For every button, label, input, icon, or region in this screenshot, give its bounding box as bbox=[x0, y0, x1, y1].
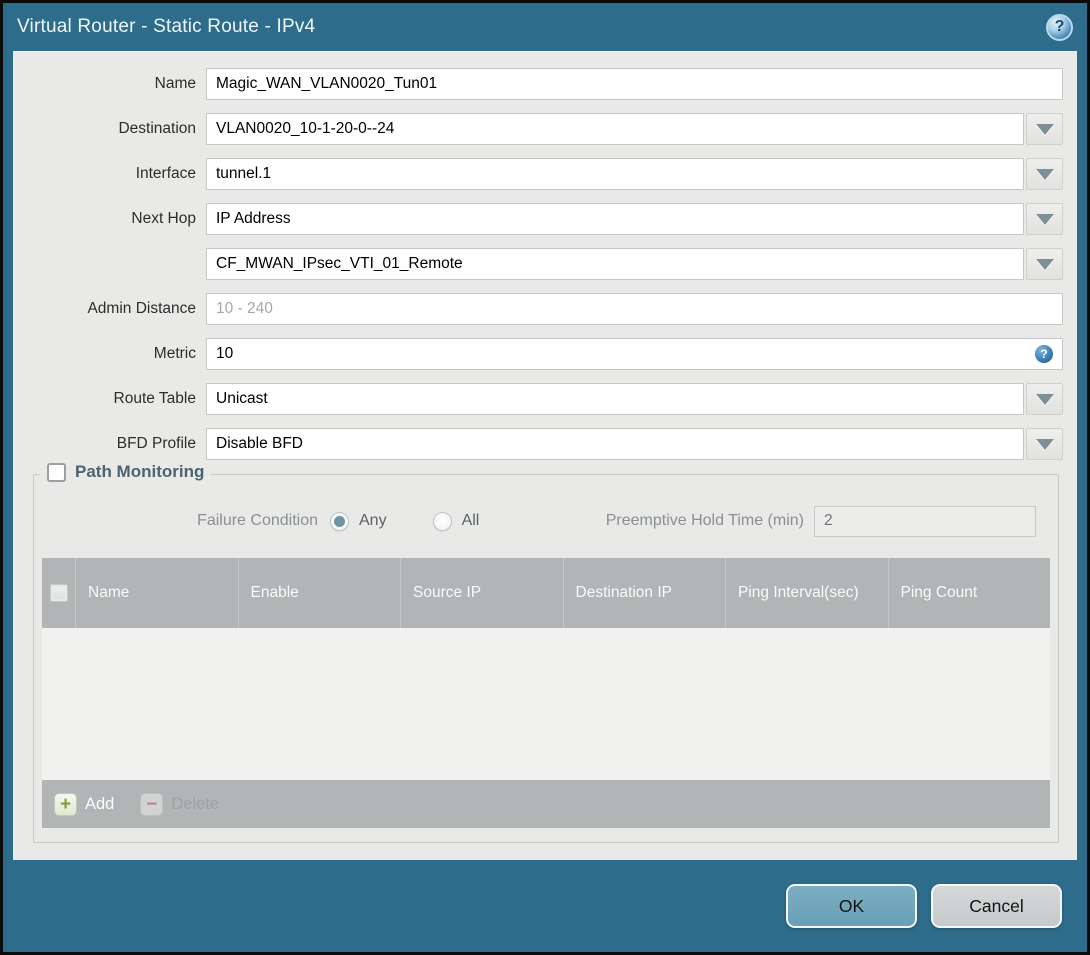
chevron-down-icon bbox=[1035, 438, 1054, 450]
plus-icon: + bbox=[54, 792, 77, 816]
dialog-window: Virtual Router - Static Route - IPv4 ? N… bbox=[0, 0, 1090, 955]
failure-condition-any-label: Any bbox=[359, 512, 387, 529]
form-row-name: Name bbox=[13, 68, 1077, 100]
help-icon[interactable]: ? bbox=[1046, 13, 1073, 41]
column-header-name[interactable]: Name bbox=[76, 558, 239, 628]
interface-dropdown-button[interactable] bbox=[1026, 158, 1063, 190]
dialog-titlebar: Virtual Router - Static Route - IPv4 ? bbox=[3, 3, 1087, 51]
chevron-down-icon bbox=[1035, 213, 1054, 225]
delete-button-label: Delete bbox=[171, 794, 220, 813]
column-header-label: Source IP bbox=[413, 584, 482, 602]
column-header-label: Ping Interval(sec) bbox=[738, 584, 859, 602]
next-hop-address-input[interactable] bbox=[206, 248, 1024, 280]
form-row-metric: Metric ? bbox=[13, 338, 1077, 370]
path-monitoring-checkbox[interactable] bbox=[47, 462, 66, 482]
dialog-body: Name Destination Interface bbox=[13, 51, 1077, 860]
failure-condition-any-radio[interactable] bbox=[330, 511, 349, 531]
route-table-input[interactable] bbox=[206, 383, 1024, 415]
admin-distance-label: Admin Distance bbox=[87, 300, 196, 317]
name-label: Name bbox=[154, 75, 196, 92]
form-row-next-hop: Next Hop bbox=[13, 203, 1077, 235]
destination-label: Destination bbox=[118, 120, 196, 137]
route-table-label: Route Table bbox=[113, 390, 196, 407]
form-row-next-hop-address bbox=[13, 248, 1077, 280]
column-header-label: Name bbox=[88, 584, 130, 602]
path-monitoring-section: Path Monitoring Failure Condition Any Al… bbox=[33, 462, 1059, 843]
column-header-label: Enable bbox=[250, 584, 299, 602]
ok-button[interactable]: OK bbox=[786, 884, 917, 928]
failure-condition-label: Failure Condition bbox=[197, 512, 318, 529]
destination-dropdown-button[interactable] bbox=[1026, 113, 1063, 145]
failure-condition-all-radio[interactable] bbox=[432, 511, 452, 531]
table-header-select-all bbox=[42, 558, 76, 628]
form-row-route-table: Route Table bbox=[13, 383, 1077, 415]
path-monitoring-table: Name Enable Source IP Destination IP Pin… bbox=[42, 558, 1050, 828]
info-icon[interactable]: ? bbox=[1035, 345, 1053, 363]
next-hop-address-dropdown-button[interactable] bbox=[1026, 248, 1063, 280]
form-row-admin-distance: Admin Distance bbox=[13, 293, 1077, 325]
preemptive-hold-time-input[interactable] bbox=[814, 505, 1036, 537]
next-hop-type-dropdown-button[interactable] bbox=[1026, 203, 1063, 235]
bfd-profile-dropdown-button[interactable] bbox=[1026, 428, 1063, 460]
column-header-destination-ip[interactable]: Destination IP bbox=[564, 558, 726, 628]
add-button[interactable]: + Add bbox=[54, 792, 115, 816]
failure-condition-row: Failure Condition Any All Preemptive Hol… bbox=[34, 505, 1048, 537]
cancel-button[interactable]: Cancel bbox=[931, 884, 1062, 928]
metric-label: Metric bbox=[153, 345, 196, 362]
column-header-ping-interval[interactable]: Ping Interval(sec) bbox=[726, 558, 889, 628]
interface-input[interactable] bbox=[206, 158, 1024, 190]
form-row-interface: Interface bbox=[13, 158, 1077, 190]
table-body-empty bbox=[42, 628, 1050, 780]
path-monitoring-title: Path Monitoring bbox=[75, 462, 205, 481]
column-header-ping-count[interactable]: Ping Count bbox=[889, 558, 1051, 628]
table-header-row: Name Enable Source IP Destination IP Pin… bbox=[42, 558, 1050, 628]
bfd-profile-label: BFD Profile bbox=[116, 435, 196, 452]
minus-icon: − bbox=[140, 792, 164, 816]
column-header-label: Ping Count bbox=[900, 584, 978, 602]
chevron-down-icon bbox=[1035, 258, 1054, 270]
column-header-source-ip[interactable]: Source IP bbox=[401, 558, 564, 628]
interface-label: Interface bbox=[135, 165, 196, 182]
failure-condition-all-label: All bbox=[461, 512, 480, 529]
column-header-label: Destination IP bbox=[575, 584, 673, 602]
add-button-label: Add bbox=[85, 794, 115, 813]
preemptive-hold-time-label: Preemptive Hold Time (min) bbox=[605, 512, 804, 529]
chevron-down-icon bbox=[1035, 168, 1054, 180]
next-hop-type-input[interactable] bbox=[206, 203, 1024, 235]
delete-button[interactable]: − Delete bbox=[140, 792, 220, 816]
form-row-destination: Destination bbox=[13, 113, 1077, 145]
radio-selected-dot bbox=[334, 515, 345, 527]
dialog-title: Virtual Router - Static Route - IPv4 bbox=[17, 16, 316, 37]
metric-input[interactable] bbox=[206, 338, 1063, 370]
bfd-profile-input[interactable] bbox=[206, 428, 1024, 460]
name-input[interactable] bbox=[206, 68, 1063, 100]
chevron-down-icon bbox=[1035, 393, 1054, 405]
next-hop-label: Next Hop bbox=[131, 210, 196, 227]
path-monitoring-toggle[interactable]: Path Monitoring bbox=[40, 462, 212, 482]
dialog-footer: OK Cancel bbox=[3, 860, 1087, 952]
destination-input[interactable] bbox=[206, 113, 1024, 145]
route-table-dropdown-button[interactable] bbox=[1026, 383, 1063, 415]
admin-distance-input[interactable] bbox=[206, 293, 1063, 325]
select-all-checkbox[interactable] bbox=[49, 584, 68, 602]
form-row-bfd-profile: BFD Profile bbox=[13, 428, 1077, 460]
chevron-down-icon bbox=[1035, 123, 1054, 135]
table-footer-bar: + Add − Delete bbox=[42, 780, 1050, 828]
column-header-enable[interactable]: Enable bbox=[239, 558, 401, 628]
